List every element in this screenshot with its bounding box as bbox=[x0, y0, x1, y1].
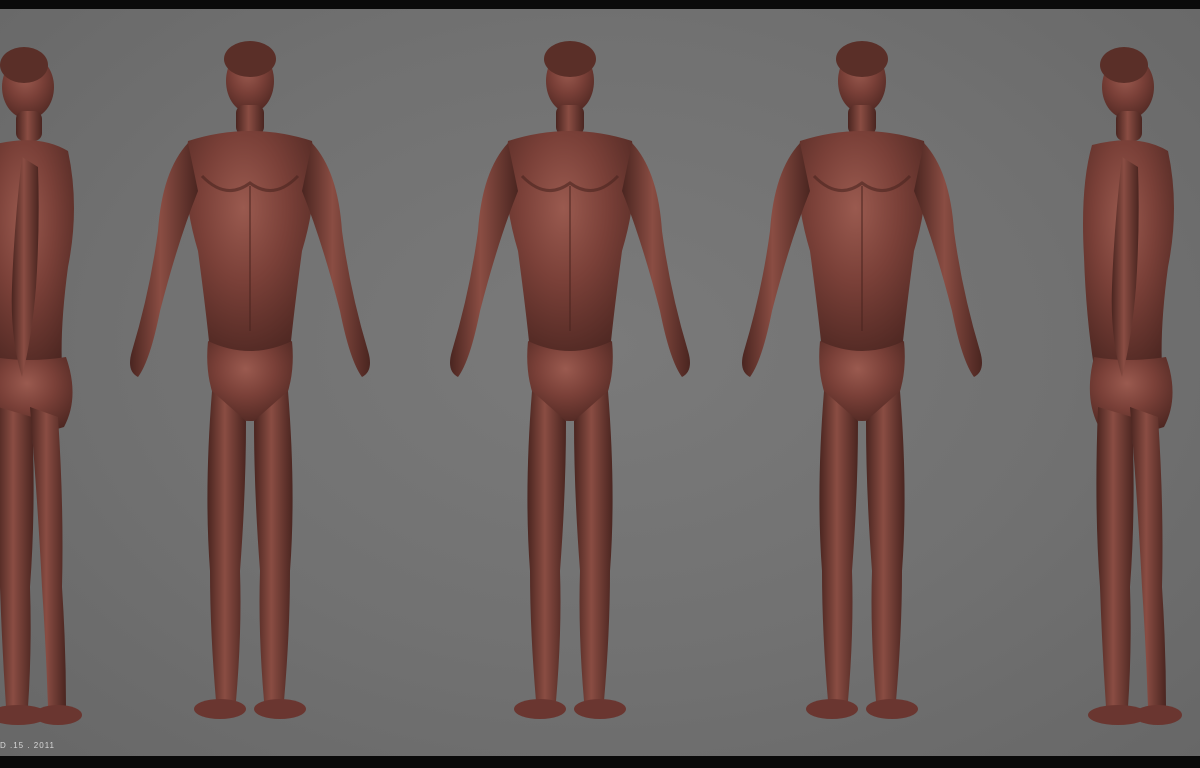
figure-left-side bbox=[0, 47, 82, 725]
top-letterbox bbox=[0, 0, 1200, 9]
render-frame: D .15 . 2011 bbox=[0, 0, 1200, 768]
figure-turnaround bbox=[0, 39, 1182, 725]
date-caption: D .15 . 2011 bbox=[0, 741, 55, 750]
figure-three-quarter-left bbox=[128, 39, 372, 721]
figure-front bbox=[448, 39, 692, 721]
bottom-letterbox bbox=[0, 756, 1200, 768]
sculpt-viewport bbox=[0, 9, 1200, 756]
figure-back bbox=[1083, 47, 1182, 725]
figure-three-quarter-right bbox=[740, 39, 984, 721]
